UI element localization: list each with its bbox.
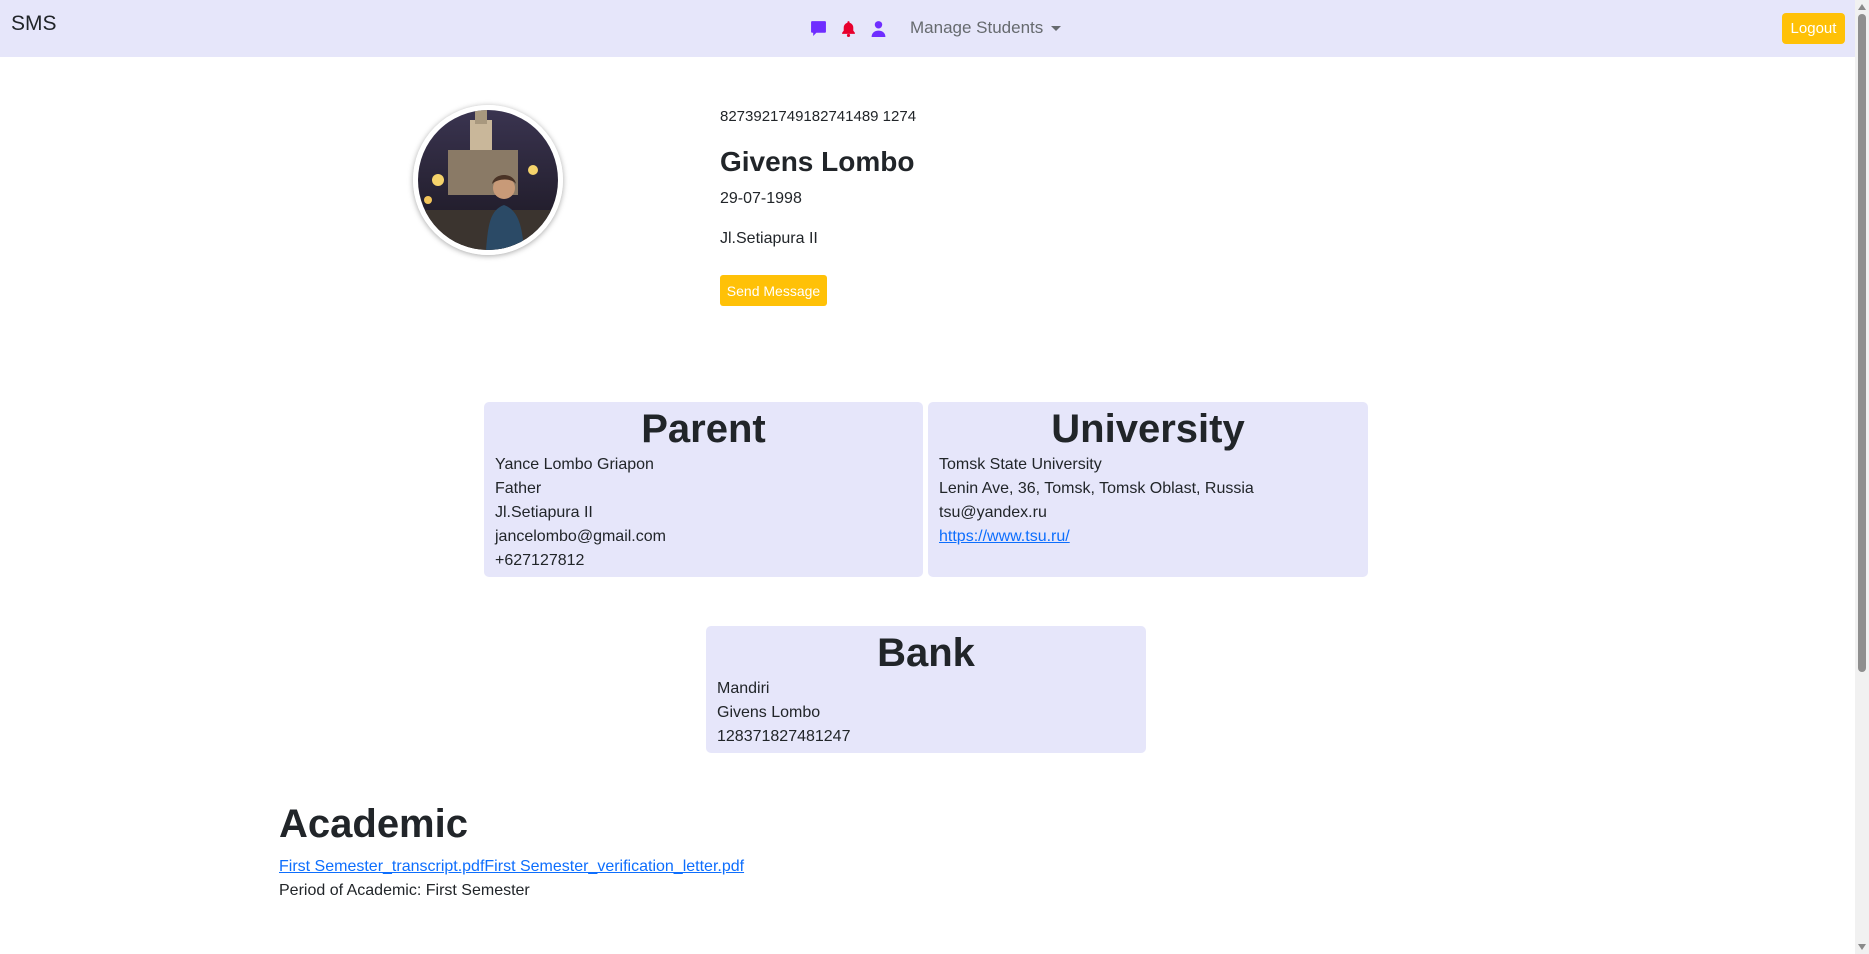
parent-name: Yance Lombo Griapon	[495, 456, 654, 473]
chevron-down-icon	[1051, 25, 1062, 31]
student-name: Givens Lombo	[720, 146, 915, 177]
scroll-down-arrow-icon[interactable]	[1858, 944, 1866, 950]
brand-logo[interactable]: SMS	[11, 12, 57, 36]
student-id: 8273921749182741489 1274	[720, 108, 917, 125]
university-email: tsu@yandex.ru	[939, 504, 1047, 521]
academic-title: Academic	[279, 802, 468, 846]
logout-button[interactable]: Logout	[1782, 13, 1845, 44]
bell-icon[interactable]	[838, 18, 858, 38]
nav-center: Manage Students	[808, 16, 1062, 40]
parent-relation: Father	[495, 480, 542, 497]
academic-period: Period of Academic: First Semester	[279, 882, 530, 899]
bank-account-number: 128371827481247	[717, 728, 851, 745]
scrollbar[interactable]	[1855, 0, 1869, 954]
navbar: SMS Manage Students Logout	[0, 0, 1855, 57]
scrollbar-thumb[interactable]	[1858, 14, 1866, 672]
university-address: Lenin Ave, 36, Tomsk, Tomsk Oblast, Russ…	[939, 480, 1254, 497]
bank-name: Mandiri	[717, 680, 770, 697]
transcript-file-link[interactable]: First Semester_transcript.pdf	[279, 858, 484, 875]
university-name: Tomsk State University	[939, 456, 1102, 473]
bank-title: Bank	[877, 631, 975, 675]
parent-card: Parent Yance Lombo Griapon Father Jl.Set…	[484, 402, 923, 577]
send-message-button[interactable]: Send Message	[720, 275, 827, 306]
university-title: University	[1051, 407, 1245, 451]
parent-email: jancelombo@gmail.com	[495, 528, 666, 545]
bank-account-name: Givens Lombo	[717, 704, 821, 721]
student-address: Jl.Setiapura II	[720, 230, 818, 247]
chat-icon[interactable]	[808, 18, 828, 38]
parent-phone: +627127812	[495, 552, 585, 569]
manage-students-dropdown[interactable]: Manage Students	[910, 18, 1062, 38]
avatar-photo	[418, 110, 558, 250]
university-website-link[interactable]: https://www.tsu.ru/	[928, 525, 1070, 549]
manage-students-label: Manage Students	[910, 18, 1044, 37]
scroll-up-arrow-icon[interactable]	[1858, 4, 1866, 10]
university-card: University Tomsk State University Lenin …	[928, 402, 1368, 577]
bank-card: Bank Mandiri Givens Lombo 12837182748124…	[706, 626, 1146, 753]
parent-title: Parent	[641, 407, 766, 451]
parent-address: Jl.Setiapura II	[495, 504, 593, 521]
student-dob: 29-07-1998	[720, 190, 802, 207]
user-icon[interactable]	[868, 18, 888, 38]
academic-files: First Semester_transcript.pdfFirst Semes…	[279, 858, 744, 876]
avatar	[413, 105, 563, 255]
verification-letter-file-link[interactable]: First Semester_verification_letter.pdf	[484, 858, 744, 875]
